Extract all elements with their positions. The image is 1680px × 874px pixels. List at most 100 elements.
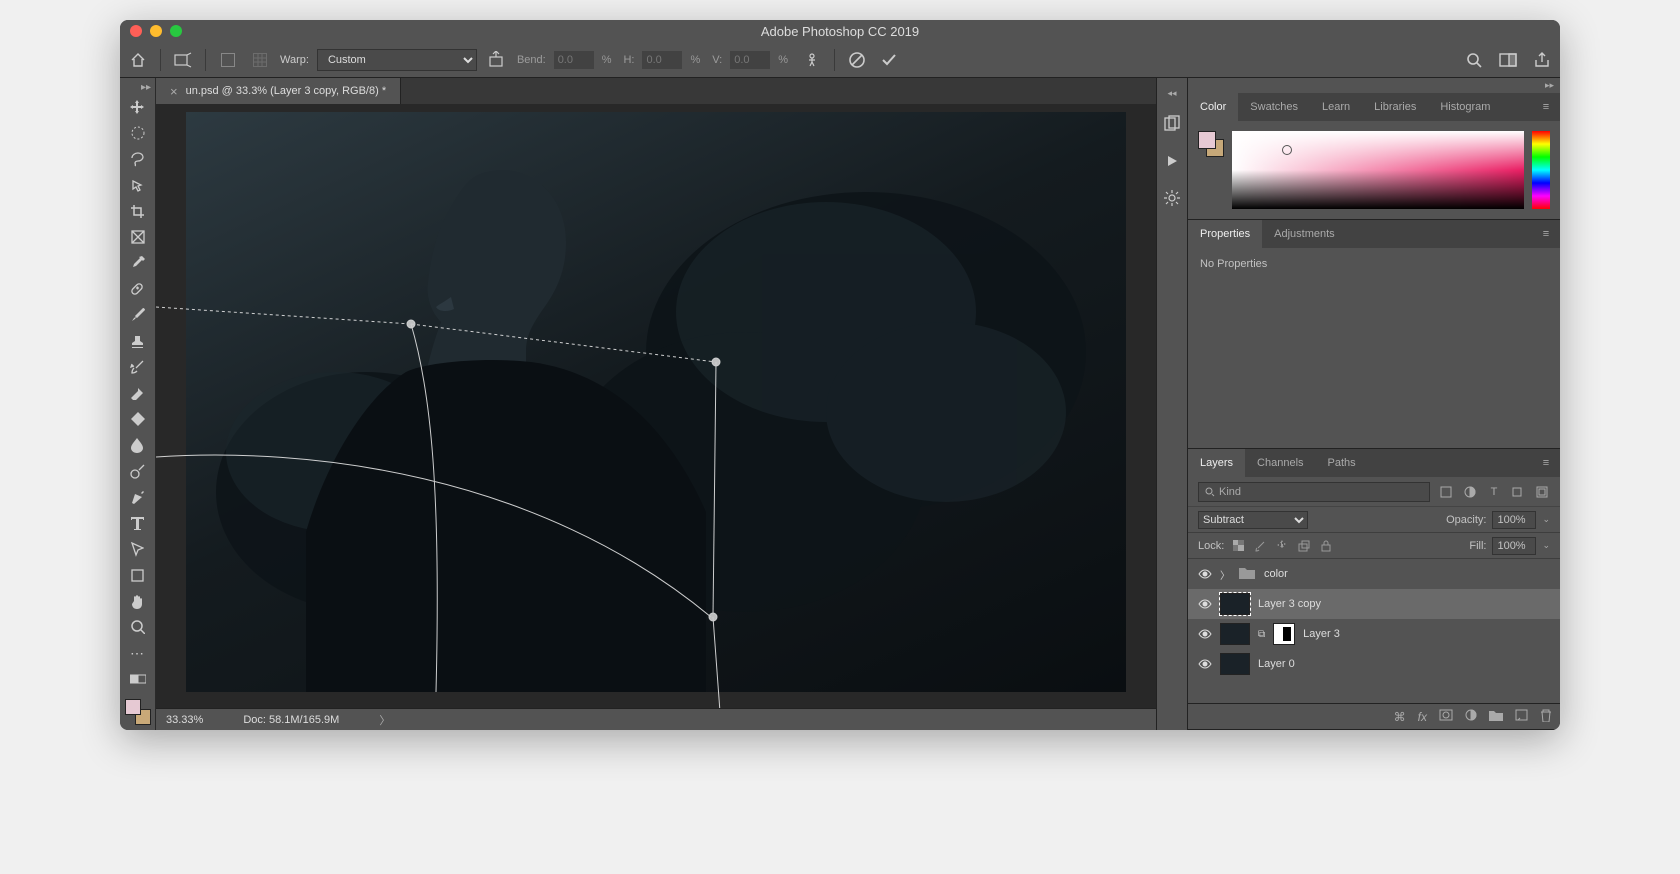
- tab-layers[interactable]: Layers: [1188, 449, 1245, 477]
- commit-transform-button[interactable]: [877, 48, 901, 72]
- chevron-down-icon[interactable]: ⌄: [1542, 514, 1550, 525]
- panel-menu-icon[interactable]: ≡: [1532, 93, 1560, 121]
- color-mode-icon[interactable]: [125, 667, 151, 691]
- canvas-area[interactable]: [156, 104, 1156, 708]
- close-tab-icon[interactable]: ×: [170, 84, 178, 99]
- layer-thumbnail[interactable]: [1220, 593, 1250, 615]
- adjustment-layer-icon[interactable]: [1465, 709, 1477, 724]
- color-swatch-pair[interactable]: [1198, 131, 1224, 157]
- path-select-tool[interactable]: [125, 537, 151, 561]
- link-layers-icon[interactable]: ⌘: [1394, 710, 1406, 724]
- lock-transparent-icon[interactable]: [1230, 538, 1246, 554]
- tab-color[interactable]: Color: [1188, 93, 1238, 121]
- color-swatches[interactable]: [125, 699, 151, 725]
- panel-menu-icon[interactable]: ≡: [1532, 220, 1560, 248]
- puppet-icon[interactable]: [800, 48, 824, 72]
- tab-adjustments[interactable]: Adjustments: [1262, 220, 1347, 248]
- blur-tool[interactable]: [125, 433, 151, 457]
- marquee-tool[interactable]: [125, 121, 151, 145]
- trash-icon[interactable]: [1540, 709, 1552, 725]
- filter-adjust-icon[interactable]: [1462, 484, 1478, 500]
- crop-tool[interactable]: [125, 199, 151, 223]
- cancel-transform-button[interactable]: [845, 48, 869, 72]
- grid3x3-icon[interactable]: [216, 48, 240, 72]
- layer-name[interactable]: color: [1264, 568, 1288, 580]
- filter-smart-icon[interactable]: [1534, 484, 1550, 500]
- new-layer-icon[interactable]: [1515, 709, 1528, 724]
- v-value[interactable]: 0.0: [730, 51, 770, 69]
- layer-mask-thumbnail[interactable]: [1273, 623, 1295, 645]
- lasso-tool[interactable]: [125, 147, 151, 171]
- layer-row[interactable]: 〉 color: [1188, 559, 1560, 589]
- lock-all-icon[interactable]: [1318, 538, 1334, 554]
- color-spectrum[interactable]: [1232, 131, 1524, 209]
- collapse-right-icon[interactable]: ▸▸: [1188, 78, 1560, 93]
- link-icon[interactable]: ⧉: [1258, 629, 1265, 640]
- fx-icon[interactable]: fx: [1418, 710, 1427, 724]
- gradient-tool[interactable]: [125, 407, 151, 431]
- tab-learn[interactable]: Learn: [1310, 93, 1362, 121]
- layer-name[interactable]: Layer 3: [1303, 628, 1340, 640]
- maximize-window-button[interactable]: [170, 25, 182, 37]
- edit-toolbar-icon[interactable]: ⋯: [125, 641, 151, 665]
- collapse-left-icon[interactable]: ◂◂: [1167, 88, 1176, 99]
- stamp-tool[interactable]: [125, 329, 151, 353]
- chevron-right-icon[interactable]: 〉: [1220, 567, 1230, 582]
- healing-tool[interactable]: [125, 277, 151, 301]
- lock-position-icon[interactable]: [1274, 538, 1290, 554]
- close-window-button[interactable]: [130, 25, 142, 37]
- brush-tool[interactable]: [125, 303, 151, 327]
- layer-thumbnail[interactable]: [1220, 623, 1250, 645]
- document-tab[interactable]: × un.psd @ 33.3% (Layer 3 copy, RGB/8) *: [156, 78, 401, 104]
- bend-value[interactable]: 0.0: [554, 51, 594, 69]
- filter-pixel-icon[interactable]: [1438, 484, 1454, 500]
- blend-mode-select[interactable]: Subtract: [1198, 511, 1308, 529]
- status-chevron-icon[interactable]: 〉: [379, 712, 390, 728]
- tab-libraries[interactable]: Libraries: [1362, 93, 1428, 121]
- tab-histogram[interactable]: Histogram: [1428, 93, 1502, 121]
- eyedropper-tool[interactable]: [125, 251, 151, 275]
- lock-image-icon[interactable]: [1252, 538, 1268, 554]
- frame-tool[interactable]: [125, 225, 151, 249]
- chevron-down-icon[interactable]: ⌄: [1542, 540, 1550, 551]
- history-panel-icon[interactable]: [1163, 115, 1181, 138]
- search-icon[interactable]: [1462, 48, 1486, 72]
- share-icon[interactable]: [1530, 48, 1554, 72]
- h-value[interactable]: 0.0: [642, 51, 682, 69]
- layer-name[interactable]: Layer 3 copy: [1258, 598, 1321, 610]
- hand-tool[interactable]: [125, 589, 151, 613]
- zoom-tool[interactable]: [125, 615, 151, 639]
- screen-mode-icon[interactable]: [1496, 48, 1520, 72]
- visibility-icon[interactable]: [1198, 629, 1212, 639]
- collapse-tools-icon[interactable]: ▸▸: [141, 82, 155, 93]
- hue-bar[interactable]: [1532, 131, 1550, 209]
- doc-size[interactable]: Doc: 58.1M/165.9M: [243, 714, 339, 726]
- type-tool[interactable]: [125, 511, 151, 535]
- lock-nested-icon[interactable]: [1296, 538, 1312, 554]
- pen-tool[interactable]: [125, 485, 151, 509]
- canvas[interactable]: [186, 112, 1126, 692]
- layer-row[interactable]: Layer 0: [1188, 649, 1560, 679]
- panel-menu-icon[interactable]: ≡: [1532, 449, 1560, 477]
- add-mask-icon[interactable]: [1439, 709, 1453, 724]
- brush-settings-icon[interactable]: [1163, 189, 1181, 212]
- layer-name[interactable]: Layer 0: [1258, 658, 1295, 670]
- dodge-tool[interactable]: [125, 459, 151, 483]
- visibility-icon[interactable]: [1198, 659, 1212, 669]
- fill-value[interactable]: 100%: [1492, 537, 1536, 555]
- zoom-level[interactable]: 33.33%: [166, 714, 203, 726]
- fg-color-swatch[interactable]: [1198, 131, 1216, 149]
- warp-grid-icon[interactable]: [248, 48, 272, 72]
- tab-channels[interactable]: Channels: [1245, 449, 1315, 477]
- layer-row[interactable]: Layer 3 copy: [1188, 589, 1560, 619]
- transform-mode-icon[interactable]: [171, 48, 195, 72]
- history-brush-tool[interactable]: [125, 355, 151, 379]
- layer-row[interactable]: ⧉ Layer 3: [1188, 619, 1560, 649]
- minimize-window-button[interactable]: [150, 25, 162, 37]
- opacity-value[interactable]: 100%: [1492, 511, 1536, 529]
- visibility-icon[interactable]: [1198, 569, 1212, 579]
- warp-preset-select[interactable]: Custom: [317, 49, 477, 71]
- filter-shape-icon[interactable]: [1510, 484, 1526, 500]
- tab-properties[interactable]: Properties: [1188, 220, 1262, 248]
- layer-thumbnail[interactable]: [1220, 653, 1250, 675]
